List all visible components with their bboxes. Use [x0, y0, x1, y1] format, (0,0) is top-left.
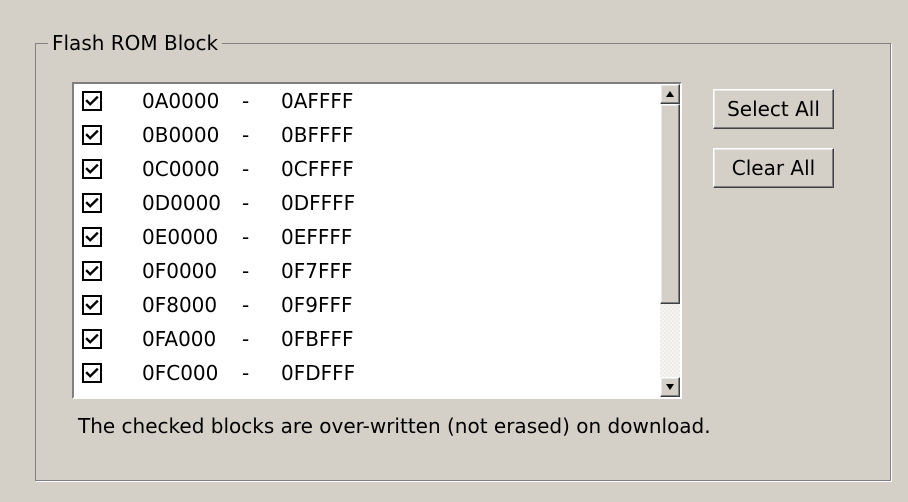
- flash-block-list: 0A0000 - 0AFFFF 0B0000 - 0BFFFF 0C0000 -…: [74, 84, 660, 397]
- range-separator: -: [242, 293, 250, 317]
- check-icon: [85, 163, 99, 174]
- check-icon: [85, 231, 99, 242]
- check-icon: [85, 95, 99, 106]
- flash-block-listbox[interactable]: 0A0000 - 0AFFFF 0B0000 - 0BFFFF 0C0000 -…: [72, 82, 682, 399]
- range-separator: -: [242, 89, 250, 113]
- check-icon: [85, 299, 99, 310]
- flash-block-checkbox[interactable]: [82, 295, 102, 315]
- list-item[interactable]: 0F8000 - 0F9FFF: [74, 288, 660, 322]
- download-note: The checked blocks are over-written (not…: [78, 414, 711, 438]
- flash-block-checkbox[interactable]: [82, 91, 102, 111]
- block-start-address: 0F8000: [142, 293, 218, 317]
- block-end-address: 0F9FFF: [281, 293, 353, 317]
- range-separator: -: [242, 157, 250, 181]
- block-end-address: 0FBFFF: [281, 327, 354, 351]
- range-separator: -: [242, 327, 250, 351]
- block-start-address: 0C0000: [142, 157, 220, 181]
- block-end-address: 0CFFFF: [281, 157, 354, 181]
- block-start-address: 0D0000: [142, 191, 222, 215]
- flash-block-checkbox[interactable]: [82, 125, 102, 145]
- range-separator: -: [242, 191, 250, 215]
- flash-block-checkbox[interactable]: [82, 363, 102, 383]
- list-item[interactable]: 0C0000 - 0CFFFF: [74, 152, 660, 186]
- range-separator: -: [242, 123, 250, 147]
- list-item[interactable]: 0FC000 - 0FDFFF: [74, 356, 660, 390]
- block-start-address: 0FA000: [142, 327, 217, 351]
- flash-block-checkbox[interactable]: [82, 261, 102, 281]
- block-start-address: 0A0000: [142, 89, 220, 113]
- group-title: Flash ROM Block: [48, 29, 223, 57]
- flash-block-checkbox[interactable]: [82, 193, 102, 213]
- list-item[interactable]: 0A0000 - 0AFFFF: [74, 84, 660, 118]
- check-icon: [85, 333, 99, 344]
- block-end-address: 0AFFFF: [281, 89, 354, 113]
- scroll-thumb[interactable]: [660, 104, 680, 304]
- range-separator: -: [242, 361, 250, 385]
- block-start-address: 0E0000: [142, 225, 219, 249]
- block-start-address: 0B0000: [142, 123, 220, 147]
- block-start-address: 0F0000: [142, 259, 218, 283]
- vertical-scrollbar[interactable]: [660, 84, 680, 397]
- scroll-down-button[interactable]: [660, 377, 680, 397]
- list-item[interactable]: 0E0000 - 0EFFFF: [74, 220, 660, 254]
- check-icon: [85, 265, 99, 276]
- down-arrow-icon: [666, 384, 674, 390]
- list-item[interactable]: 0F0000 - 0F7FFF: [74, 254, 660, 288]
- check-icon: [85, 367, 99, 378]
- range-separator: -: [242, 225, 250, 249]
- flash-block-checkbox[interactable]: [82, 329, 102, 349]
- list-item[interactable]: 0B0000 - 0BFFFF: [74, 118, 660, 152]
- check-icon: [85, 197, 99, 208]
- flash-block-checkbox[interactable]: [82, 159, 102, 179]
- block-end-address: 0EFFFF: [281, 225, 353, 249]
- list-item[interactable]: 0D0000 - 0DFFFF: [74, 186, 660, 220]
- check-icon: [85, 129, 99, 140]
- up-arrow-icon: [666, 91, 674, 97]
- block-end-address: 0FDFFF: [281, 361, 356, 385]
- block-start-address: 0FC000: [142, 361, 219, 385]
- flash-block-checkbox[interactable]: [82, 227, 102, 247]
- range-separator: -: [242, 259, 250, 283]
- scroll-up-button[interactable]: [660, 84, 680, 104]
- block-end-address: 0BFFFF: [281, 123, 354, 147]
- select-all-button[interactable]: Select All: [713, 89, 834, 129]
- list-item[interactable]: 0FA000 - 0FBFFF: [74, 322, 660, 356]
- clear-all-button[interactable]: Clear All: [713, 148, 834, 188]
- block-end-address: 0DFFFF: [281, 191, 356, 215]
- block-end-address: 0F7FFF: [281, 259, 353, 283]
